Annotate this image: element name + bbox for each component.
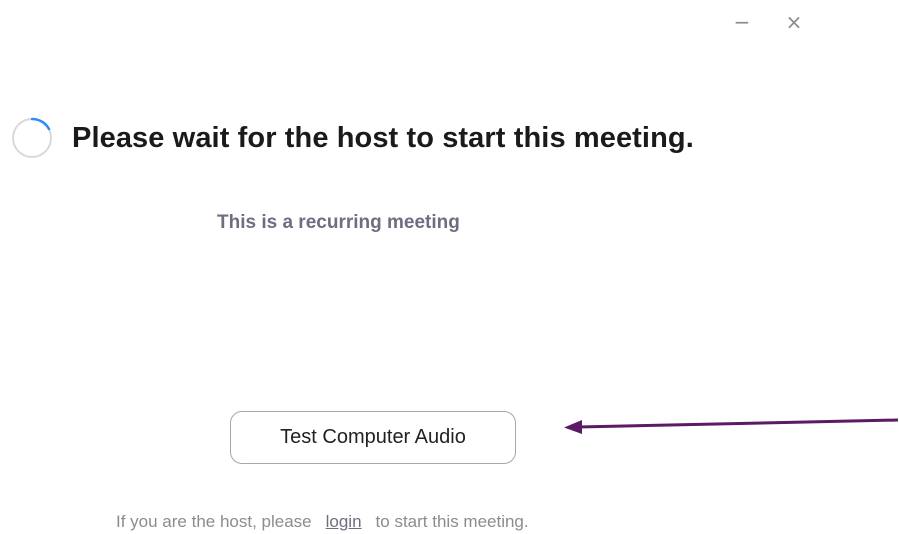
minimize-button[interactable]: − — [728, 8, 756, 36]
close-icon: × — [785, 10, 803, 34]
loading-spinner-icon — [12, 117, 52, 158]
footer-suffix: to start this meeting. — [375, 512, 529, 531]
test-computer-audio-button[interactable]: Test Computer Audio — [230, 411, 516, 464]
close-button[interactable]: × — [780, 8, 808, 36]
footer-prefix: If you are the host, please — [116, 512, 312, 531]
status-header: Please wait for the host to start this m… — [10, 114, 694, 162]
page-title: Please wait for the host to start this m… — [72, 121, 694, 154]
waiting-room-window: − × Please wait for the host to start th… — [0, 0, 899, 534]
minimize-icon: − — [733, 10, 751, 34]
host-login-footer: If you are the host, please login to start… — [116, 512, 529, 532]
arrow-left-icon — [564, 418, 899, 434]
meeting-type-label: This is a recurring meeting — [217, 212, 460, 233]
login-link[interactable]: login — [326, 512, 362, 531]
